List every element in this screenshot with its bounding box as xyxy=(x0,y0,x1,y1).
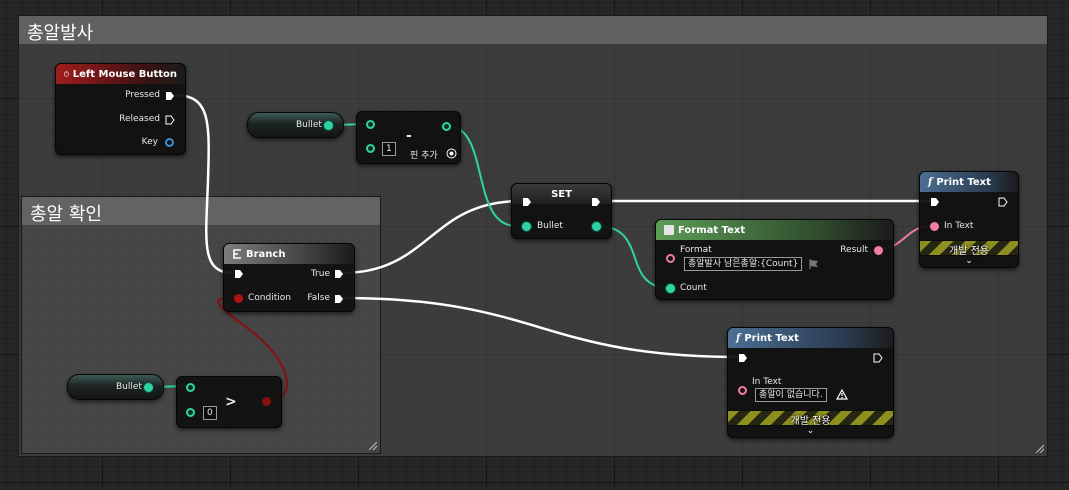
pin-label-true: True xyxy=(310,269,330,279)
exec-out-pin[interactable] xyxy=(873,353,883,363)
pin-label-bullet: Bullet xyxy=(537,221,563,231)
exec-in-pin[interactable] xyxy=(738,353,748,363)
print-text-node-top[interactable]: f Print Text In Text 개발 전용 ⌄ xyxy=(919,171,1019,268)
set-bullet-output-pin[interactable] xyxy=(592,222,601,231)
pin-label-count: Count xyxy=(680,283,707,293)
variable-getter-bullet[interactable]: Bullet xyxy=(247,112,344,138)
pin-label-in-text: In Text xyxy=(752,377,782,387)
greater-input-a-pin[interactable] xyxy=(186,383,195,392)
add-pin-label[interactable]: 핀 추가 xyxy=(410,148,438,161)
node-header: f Print Text xyxy=(920,172,1018,192)
set-variable-node[interactable]: SET Bullet xyxy=(511,183,612,239)
subtract-output-pin[interactable] xyxy=(442,122,451,131)
node-header: Format Text xyxy=(656,220,893,240)
pin-label-format: Format xyxy=(680,245,712,255)
condition-input-pin[interactable] xyxy=(234,294,243,303)
node-title: Format Text xyxy=(678,224,746,236)
subtract-operator: - xyxy=(406,128,412,144)
node-header: Left Mouse Button xyxy=(56,64,185,84)
pin-label-false: False xyxy=(307,293,330,303)
add-pin-icon[interactable] xyxy=(446,148,457,159)
event-node-left-mouse-button[interactable]: Left Mouse Button Pressed Released Key xyxy=(55,63,186,155)
resize-grip-icon[interactable] xyxy=(369,442,377,450)
warning-icon xyxy=(836,389,848,400)
node-header: Branch xyxy=(224,244,354,264)
pin-label-condition: Condition xyxy=(248,293,291,303)
greater-output-pin[interactable] xyxy=(262,397,271,406)
development-only-bar: 개발 전용 xyxy=(728,410,893,427)
development-only-label: 개발 전용 xyxy=(949,246,989,257)
node-title: Print Text xyxy=(936,176,991,188)
in-text-input-pin[interactable] xyxy=(738,386,747,395)
exec-in-pin[interactable] xyxy=(930,197,940,207)
bullet-output-pin[interactable] xyxy=(144,383,153,392)
greater-than-node[interactable]: 0 > xyxy=(176,376,282,428)
pin-label-in-text: In Text xyxy=(944,221,974,231)
exec-out-pin-true[interactable] xyxy=(334,269,344,279)
comment-title-check[interactable]: 총알 확인 xyxy=(22,197,380,225)
format-icon xyxy=(664,225,674,235)
flag-icon[interactable] xyxy=(809,259,819,269)
subtract-input-a-pin[interactable] xyxy=(366,120,375,129)
node-title: Print Text xyxy=(744,332,799,344)
branch-icon xyxy=(233,249,241,259)
exec-out-pin-released[interactable] xyxy=(165,115,175,125)
subtract-node[interactable]: 1 - 핀 추가 xyxy=(356,111,461,164)
format-text-node[interactable]: Format Text Format 총알발사 남은총알:{Count} Res… xyxy=(655,219,894,300)
chevron-down-icon[interactable]: ⌄ xyxy=(965,257,973,266)
branch-node[interactable]: Branch True Condition False xyxy=(223,243,355,312)
subtract-b-value-input[interactable]: 1 xyxy=(382,142,396,156)
greater-operator: > xyxy=(225,394,237,410)
greater-input-b-pin[interactable] xyxy=(186,408,195,417)
development-only-label: 개발 전용 xyxy=(790,416,831,427)
variable-getter-bullet[interactable]: Bullet xyxy=(67,374,164,400)
result-output-pin[interactable] xyxy=(874,246,883,255)
exec-in-pin[interactable] xyxy=(522,197,532,207)
exec-out-pin[interactable] xyxy=(591,197,601,207)
comment-title-fire[interactable]: 총알발사 xyxy=(19,16,1047,44)
set-bullet-input-pin[interactable] xyxy=(522,222,531,231)
resize-grip-icon[interactable] xyxy=(1036,445,1044,453)
exec-in-pin[interactable] xyxy=(234,269,244,279)
count-input-pin[interactable] xyxy=(666,284,675,293)
greater-b-value-input[interactable]: 0 xyxy=(203,406,217,420)
in-text-value-input[interactable]: 총알이 없습니다. xyxy=(755,388,827,402)
node-title: Branch xyxy=(246,248,286,260)
function-icon: f xyxy=(736,332,741,344)
development-only-bar: 개발 전용 xyxy=(920,240,1018,257)
print-text-node-bottom[interactable]: f Print Text In Text 총알이 없습니다. 개발 전용 ⌄ xyxy=(727,327,894,438)
pin-label-released: Released xyxy=(119,114,160,124)
format-input-pin[interactable] xyxy=(666,254,675,263)
variable-label: Bullet xyxy=(116,382,142,392)
pin-label-key: Key xyxy=(141,137,158,147)
node-title: Left Mouse Button xyxy=(72,68,177,80)
function-icon: f xyxy=(928,176,933,188)
format-text-input[interactable]: 총알발사 남은총알:{Count} xyxy=(684,257,803,271)
chevron-down-icon[interactable]: ⌄ xyxy=(807,427,815,436)
mouse-icon xyxy=(64,71,69,77)
subtract-input-b-pin[interactable] xyxy=(366,144,375,153)
bullet-output-pin[interactable] xyxy=(324,121,333,130)
exec-out-pin-pressed[interactable] xyxy=(165,91,175,101)
node-header: f Print Text xyxy=(728,328,893,348)
exec-out-pin-false[interactable] xyxy=(334,294,344,304)
variable-label: Bullet xyxy=(296,120,322,130)
key-pin[interactable] xyxy=(165,138,174,147)
pin-label-result: Result xyxy=(840,245,868,255)
node-title: SET xyxy=(551,188,572,200)
in-text-input-pin[interactable] xyxy=(930,222,939,231)
pin-label-pressed: Pressed xyxy=(125,90,160,100)
exec-out-pin[interactable] xyxy=(998,197,1008,207)
